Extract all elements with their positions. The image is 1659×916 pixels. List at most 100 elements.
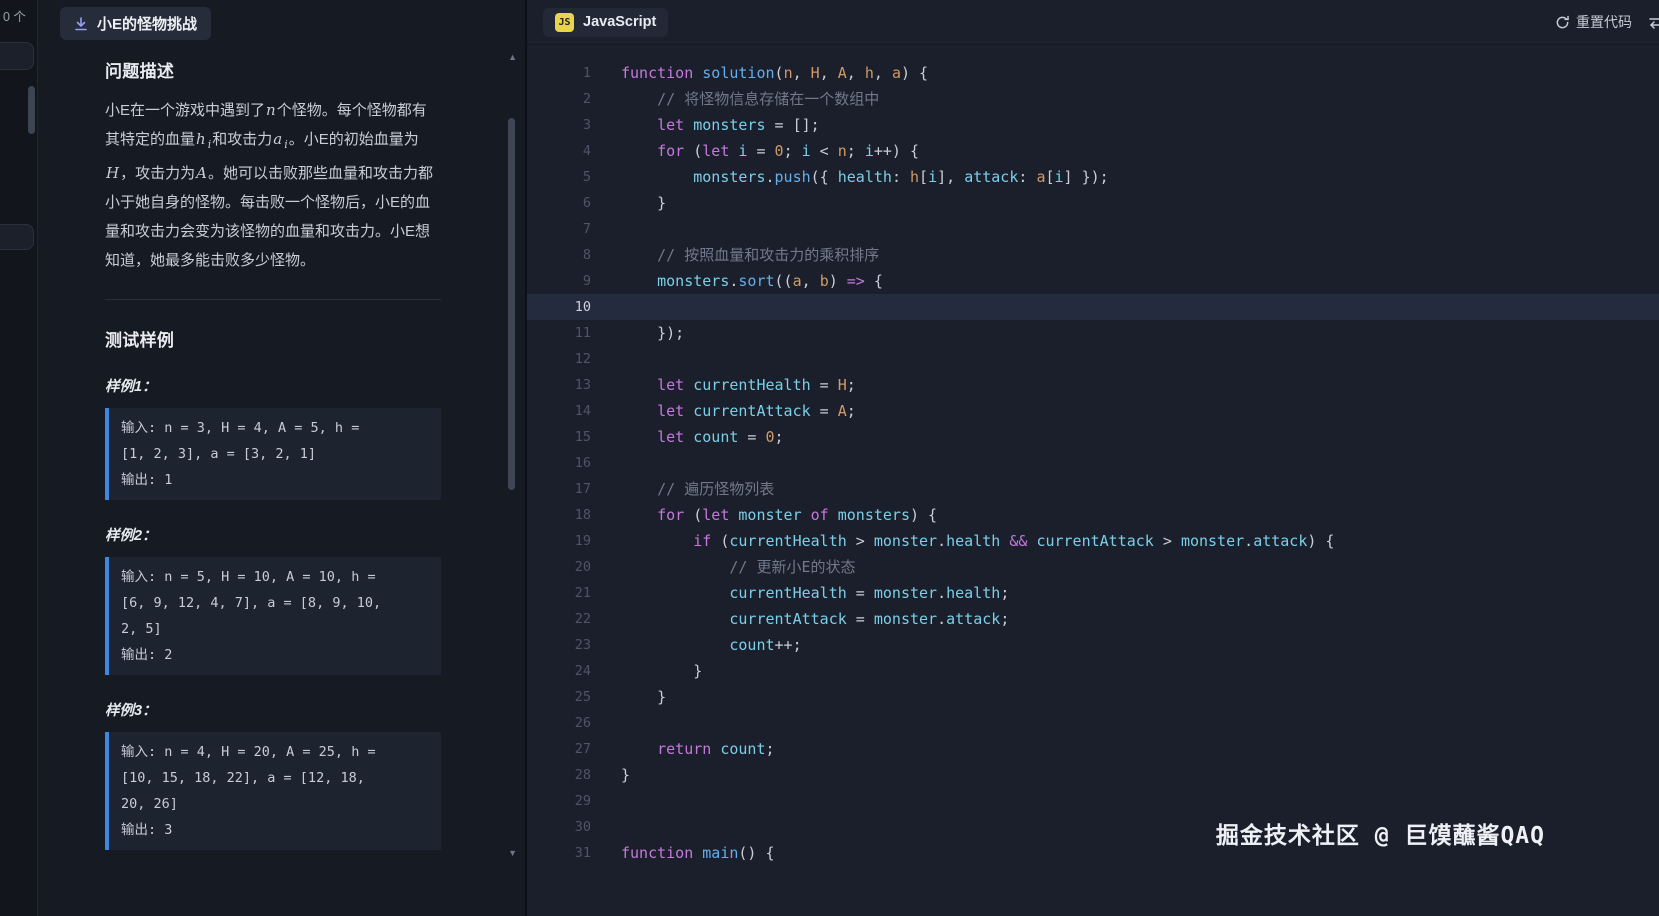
code-token: monsters [693,168,765,186]
line-number: 12 [527,346,591,372]
scroll-down-icon[interactable]: ▼ [508,848,517,858]
code-text: currentAttack = monster.attack; [591,606,1009,632]
code-line[interactable]: 26 [527,710,1659,736]
code-token: push [775,168,811,186]
code-token: = []; [766,116,820,134]
scroll-up-icon[interactable]: ▲ [508,52,517,62]
code-line[interactable]: 4 for (let i = 0; i < n; i++) { [527,138,1659,164]
code-line[interactable]: 23 count++; [527,632,1659,658]
line-number: 22 [527,606,591,632]
code-line[interactable]: 2 // 将怪物信息存储在一个数组中 [527,86,1659,112]
code-line[interactable]: 12 [527,346,1659,372]
code-token [621,402,657,420]
language-selector[interactable]: JS JavaScript [543,8,668,37]
code-line[interactable]: 16 [527,450,1659,476]
code-token: } [621,194,666,212]
code-line[interactable]: 11 }); [527,320,1659,346]
code-token: }); [621,324,684,342]
line-number: 27 [527,736,591,762]
code-token: ; [784,142,802,160]
code-token: let [657,428,693,446]
text-run: ，攻击力为 [120,165,195,182]
code-token: A [838,402,847,420]
code-token: of [811,506,829,524]
reset-code-button[interactable]: 重置代码 [1555,12,1632,32]
code-token: monster [874,532,937,550]
code-line[interactable]: 17 // 遍历怪物列表 [527,476,1659,502]
code-line[interactable]: 1function solution(n, H, A, h, a) { [527,60,1659,86]
code-token: = [738,428,765,446]
code-token: . [766,168,775,186]
code-line[interactable]: 24 } [527,658,1659,684]
collapsed-tab[interactable] [0,224,34,250]
code-text [591,346,621,372]
code-token: i [865,142,874,160]
code-token [621,740,657,758]
rail-scrollbar-thumb[interactable] [28,86,35,134]
code-token: attack [946,610,1000,628]
code-token: && [1009,532,1027,550]
code-line[interactable]: 3 let monsters = []; [527,112,1659,138]
code-line[interactable]: 8 // 按照血量和攻击力的乘积排序 [527,242,1659,268]
code-line[interactable]: 21 currentHealth = monster.health; [527,580,1659,606]
code-line[interactable]: 25 } [527,684,1659,710]
code-token: } [621,688,666,706]
line-number: 5 [527,164,591,190]
line-number: 21 [527,580,591,606]
collapsed-tab[interactable] [0,42,34,70]
code-token: , [847,64,865,82]
code-text: function main() { [591,840,775,866]
code-editor[interactable]: 1function solution(n, H, A, h, a) {2 // … [527,45,1659,916]
code-token: > [1154,532,1181,550]
code-token: // 将怪物信息存储在一个数组中 [621,90,879,108]
code-line[interactable]: 22 currentAttack = monster.attack; [527,606,1659,632]
code-token [621,376,657,394]
code-token: } [621,662,702,680]
code-line[interactable]: 18 for (let monster of monsters) { [527,502,1659,528]
code-token: count [693,428,738,446]
code-line[interactable]: 9 monsters.sort((a, b) => { [527,268,1659,294]
code-line[interactable]: 19 if (currentHealth > monster.health &&… [527,528,1659,554]
code-token: return [657,740,720,758]
editor-topbar: JS JavaScript 重置代码 [527,0,1659,45]
code-line[interactable]: 15 let count = 0; [527,424,1659,450]
code-token: H [811,64,820,82]
example-line: [10, 15, 18, 22], a = [12, 18, [121,765,429,791]
code-token: . [937,610,946,628]
code-line[interactable]: 13 let currentHealth = H; [527,372,1659,398]
code-text: let currentHealth = H; [591,372,856,398]
panel-scrollbar-thumb[interactable] [508,118,515,490]
code-token: (( [775,272,793,290]
code-line[interactable]: 6 } [527,190,1659,216]
code-line[interactable]: 28} [527,762,1659,788]
code-text: } [591,684,666,710]
code-token: > [847,532,874,550]
code-text [591,814,621,840]
code-text: } [591,762,630,788]
example-line: 输出: 1 [121,467,429,493]
code-line[interactable]: 14 let currentAttack = A; [527,398,1659,424]
code-token: [ [1045,168,1054,186]
code-token: ) { [910,506,937,524]
code-token: for [657,142,693,160]
code-line[interactable]: 7 [527,216,1659,242]
code-token [802,506,811,524]
example-line: 输出: 2 [121,642,429,668]
code-token: ; [1000,584,1009,602]
code-line[interactable]: 20 // 更新小E的状态 [527,554,1659,580]
code-text: // 遍历怪物列表 [591,476,774,502]
code-token: , [820,64,838,82]
code-token: currentHealth [729,584,846,602]
code-text: return count; [591,736,775,762]
swap-layout-icon[interactable] [1648,15,1659,29]
code-line[interactable]: 27 return count; [527,736,1659,762]
code-line[interactable]: 29 [527,788,1659,814]
code-text: currentHealth = monster.health; [591,580,1009,606]
code-text [591,788,621,814]
code-line[interactable]: 5 monsters.push({ health: h[i], attack: … [527,164,1659,190]
code-line[interactable]: 10 [527,294,1659,320]
line-number: 6 [527,190,591,216]
code-token: ( [693,142,702,160]
line-number: 13 [527,372,591,398]
editor-actions: 重置代码 [1555,12,1659,32]
